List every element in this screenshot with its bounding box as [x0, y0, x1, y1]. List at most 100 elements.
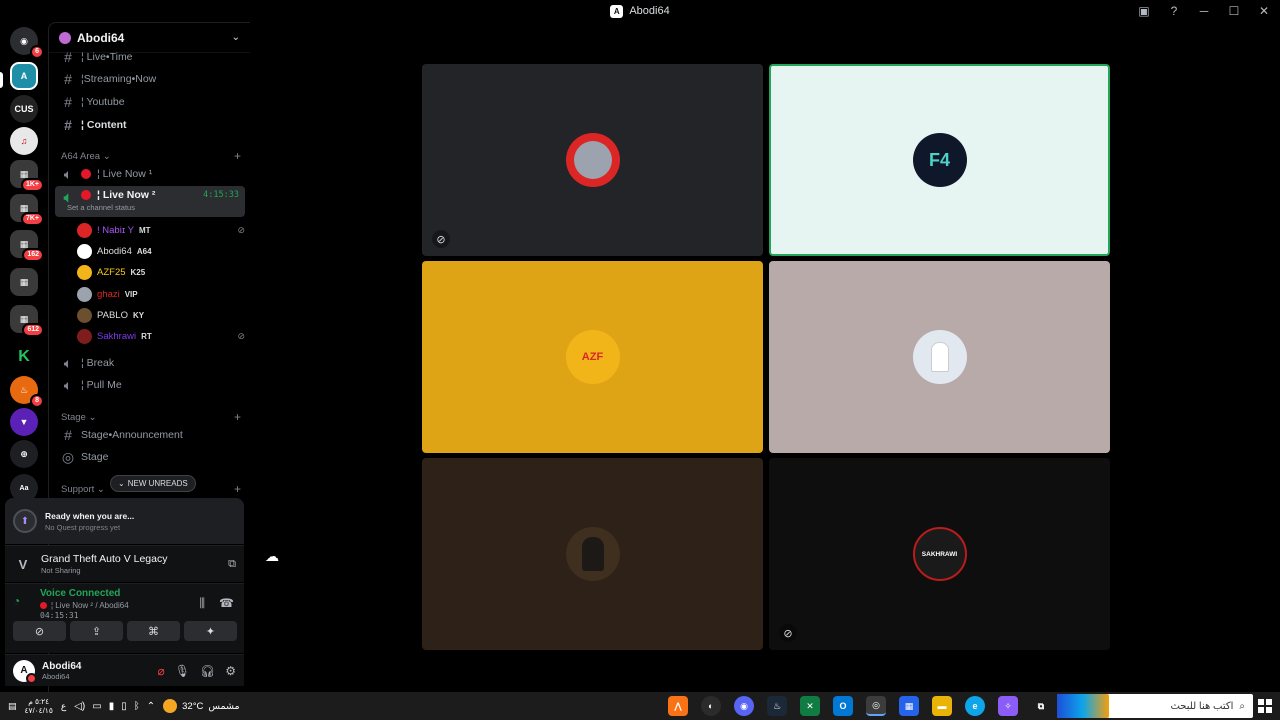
video-tile[interactable]: AZF [422, 261, 763, 453]
help-icon[interactable]: ? [1166, 3, 1182, 19]
headphones-icon[interactable]: 🎧︎ [200, 664, 215, 678]
discord-taskbar-icon[interactable]: ◉ [734, 696, 754, 716]
voice-user-tag: RT [141, 331, 152, 341]
xbox-icon[interactable]: ✕ [800, 696, 820, 716]
avatar: F4 [912, 133, 967, 187]
chevron-down-icon: ⌄ [118, 479, 125, 488]
battery-icon[interactable]: ▯ [121, 701, 127, 712]
add-channel-icon[interactable]: + [234, 482, 241, 496]
language-indicator[interactable]: ع [61, 701, 66, 712]
voice-user[interactable]: Abodi64 A64 [77, 241, 245, 261]
network-icon[interactable]: ▭ [92, 701, 101, 712]
voice-user[interactable]: ! Nabiɪ Y MT ⊘ [77, 220, 245, 240]
channel-youtube[interactable]: # ¦ Youtube [55, 92, 245, 112]
avatar[interactable]: A [13, 659, 37, 684]
discord-app: A Abodi64 ▣ ? ─ ☐ ✕ ◉ 6 A CUS ♫ ▦ 1K+ ▦ 7K+… [0, 0, 1280, 692]
microphone-icon[interactable]: 🎙︎ [175, 664, 190, 678]
mouse-cursor-icon: ☁ [265, 548, 279, 564]
quest-panel[interactable]: ⬆ Ready when you are... No Quest progres… [5, 498, 244, 544]
edge-icon[interactable]: e [965, 696, 985, 716]
add-server-icon[interactable]: ⊕ [10, 440, 38, 468]
kick-server-icon[interactable]: K [10, 343, 38, 371]
channel-label: ¦ Break [81, 357, 115, 369]
voice-user[interactable]: PABLO KY [77, 305, 245, 325]
customs-server-icon[interactable]: CUS [10, 95, 38, 123]
minimize-button[interactable]: ─ [1196, 3, 1212, 19]
task-view-icon[interactable]: ⧉ [1031, 696, 1051, 716]
noise-suppression-icon[interactable]: ⫼ [200, 596, 206, 611]
channel-status[interactable]: Set a channel status [67, 203, 245, 212]
notifications-icon[interactable]: ▤ [8, 701, 17, 712]
disconnect-icon[interactable]: ☎ [219, 596, 234, 611]
add-channel-icon[interactable]: + [234, 149, 241, 163]
clock[interactable]: ٥:٢٤ م ٤٧/٠٤/١٥ [25, 697, 53, 715]
server-folder-icon[interactable]: ▦ 1K+ [10, 160, 44, 192]
server-icon[interactable]: ▼ [10, 408, 38, 436]
voice-channel-live-now-1[interactable]: 🔈︎ ¦ Live Now ¹ [55, 164, 245, 184]
settings-gear-icon[interactable]: ⚙ [225, 664, 236, 678]
stage-icon: ◎ [61, 448, 75, 465]
channel-stage-announcement[interactable]: # Stage•Announcement [55, 425, 245, 445]
weather-widget[interactable]: 32°C مشمس [163, 699, 240, 713]
video-tile[interactable]: ⊘ [422, 64, 763, 256]
channel-streaming-now[interactable]: # ¦Streaming•Now [55, 69, 245, 89]
app-icon[interactable]: ◐ [701, 696, 721, 716]
copilot-icon[interactable]: ✧ [998, 696, 1018, 716]
taskbar-search[interactable]: اكتب هنا للبحث ⌕ [1057, 694, 1253, 718]
voice-user[interactable]: ghazi VIP [77, 284, 245, 304]
avatar [565, 527, 620, 581]
soundboard-button[interactable]: ✦ [184, 621, 237, 641]
voice-channel-break[interactable]: 🔈︎ ¦ Break [55, 353, 245, 373]
hash-icon: # [64, 71, 72, 87]
voice-user[interactable]: Sakhrawi RT ⊘ [77, 326, 245, 346]
voice-user-tag: VIP [124, 289, 138, 299]
channel-label: ¦Streaming•Now [81, 73, 157, 85]
discord-home-icon[interactable]: ◉ 6 [10, 27, 44, 59]
app-icon[interactable]: ⋀ [668, 696, 688, 716]
maximize-button[interactable]: ☐ [1226, 3, 1242, 19]
channel-content[interactable]: # ¦ Content [55, 115, 245, 135]
steam-icon[interactable]: ♨ [767, 696, 787, 716]
avatar [912, 330, 967, 384]
server-folder-icon[interactable]: ▦ 7K+ [10, 194, 44, 226]
server-folder-icon[interactable]: ▦ 162 [10, 230, 44, 262]
new-unreads-pill[interactable]: ⌄ NEW UNREADS [110, 475, 196, 492]
voice-user[interactable]: AZF25 K25 [77, 262, 245, 282]
file-explorer-icon[interactable]: ▬ [932, 696, 952, 716]
category-a64-area[interactable]: A64 Area ⌄ + [61, 149, 241, 163]
video-tile[interactable] [422, 458, 763, 650]
video-tile[interactable] [769, 261, 1110, 453]
channel-live-time[interactable]: # ¦ Live•Time [55, 47, 245, 67]
notification-badge: 6 [30, 45, 44, 59]
stage-channel[interactable]: ◎ Stage [55, 447, 245, 467]
deafen-game-icon[interactable]: ⌀ [158, 664, 165, 678]
outlook-icon[interactable]: O [833, 696, 853, 716]
chrome-icon[interactable]: ◎ [866, 696, 886, 716]
voice-channel-live-now-2[interactable]: 🔈︎ ¦ Live Now ² 4:15:33 Set a channel st… [55, 186, 245, 217]
microphone-tray-icon[interactable]: ▮ [109, 701, 115, 712]
volume-icon[interactable]: ◁) [74, 701, 85, 712]
screen-share-button[interactable]: ⇪ [70, 621, 123, 641]
activities-button[interactable]: ⌘ [127, 621, 180, 641]
inbox-icon[interactable]: ▣ [1136, 3, 1152, 19]
bluetooth-icon[interactable]: ᛒ [134, 701, 140, 712]
flame-server-icon[interactable]: ♨ 8 [10, 376, 44, 408]
add-channel-icon[interactable]: + [234, 410, 241, 424]
voice-channel-pull-me[interactable]: 🔈︎ ¦ Pull Me [55, 375, 245, 395]
server-icon[interactable]: ♫ [10, 127, 38, 155]
voice-channel-path[interactable]: ¦ Live Now ² / Abodi64 [51, 601, 129, 610]
server-folder-icon[interactable]: ▦ 612 [10, 305, 44, 337]
share-screen-icon[interactable]: ⧉ [228, 558, 236, 571]
hash-icon: # [64, 49, 72, 65]
store-icon[interactable]: ▦ [899, 696, 919, 716]
avatar [77, 243, 92, 259]
video-tile[interactable]: SAKHRAWI ⊘ [769, 458, 1110, 650]
chevron-up-icon[interactable]: ⌃ [147, 701, 155, 712]
camera-off-button[interactable]: ⊘ [13, 621, 66, 641]
close-button[interactable]: ✕ [1256, 3, 1272, 19]
server-folder-icon[interactable]: ▦ [10, 268, 38, 296]
abodi64-server-icon[interactable]: A [10, 62, 38, 90]
windows-start-icon[interactable] [1258, 699, 1272, 713]
category-stage[interactable]: Stage ⌄ + [61, 410, 241, 424]
video-tile-speaking[interactable]: F4 [769, 64, 1110, 256]
